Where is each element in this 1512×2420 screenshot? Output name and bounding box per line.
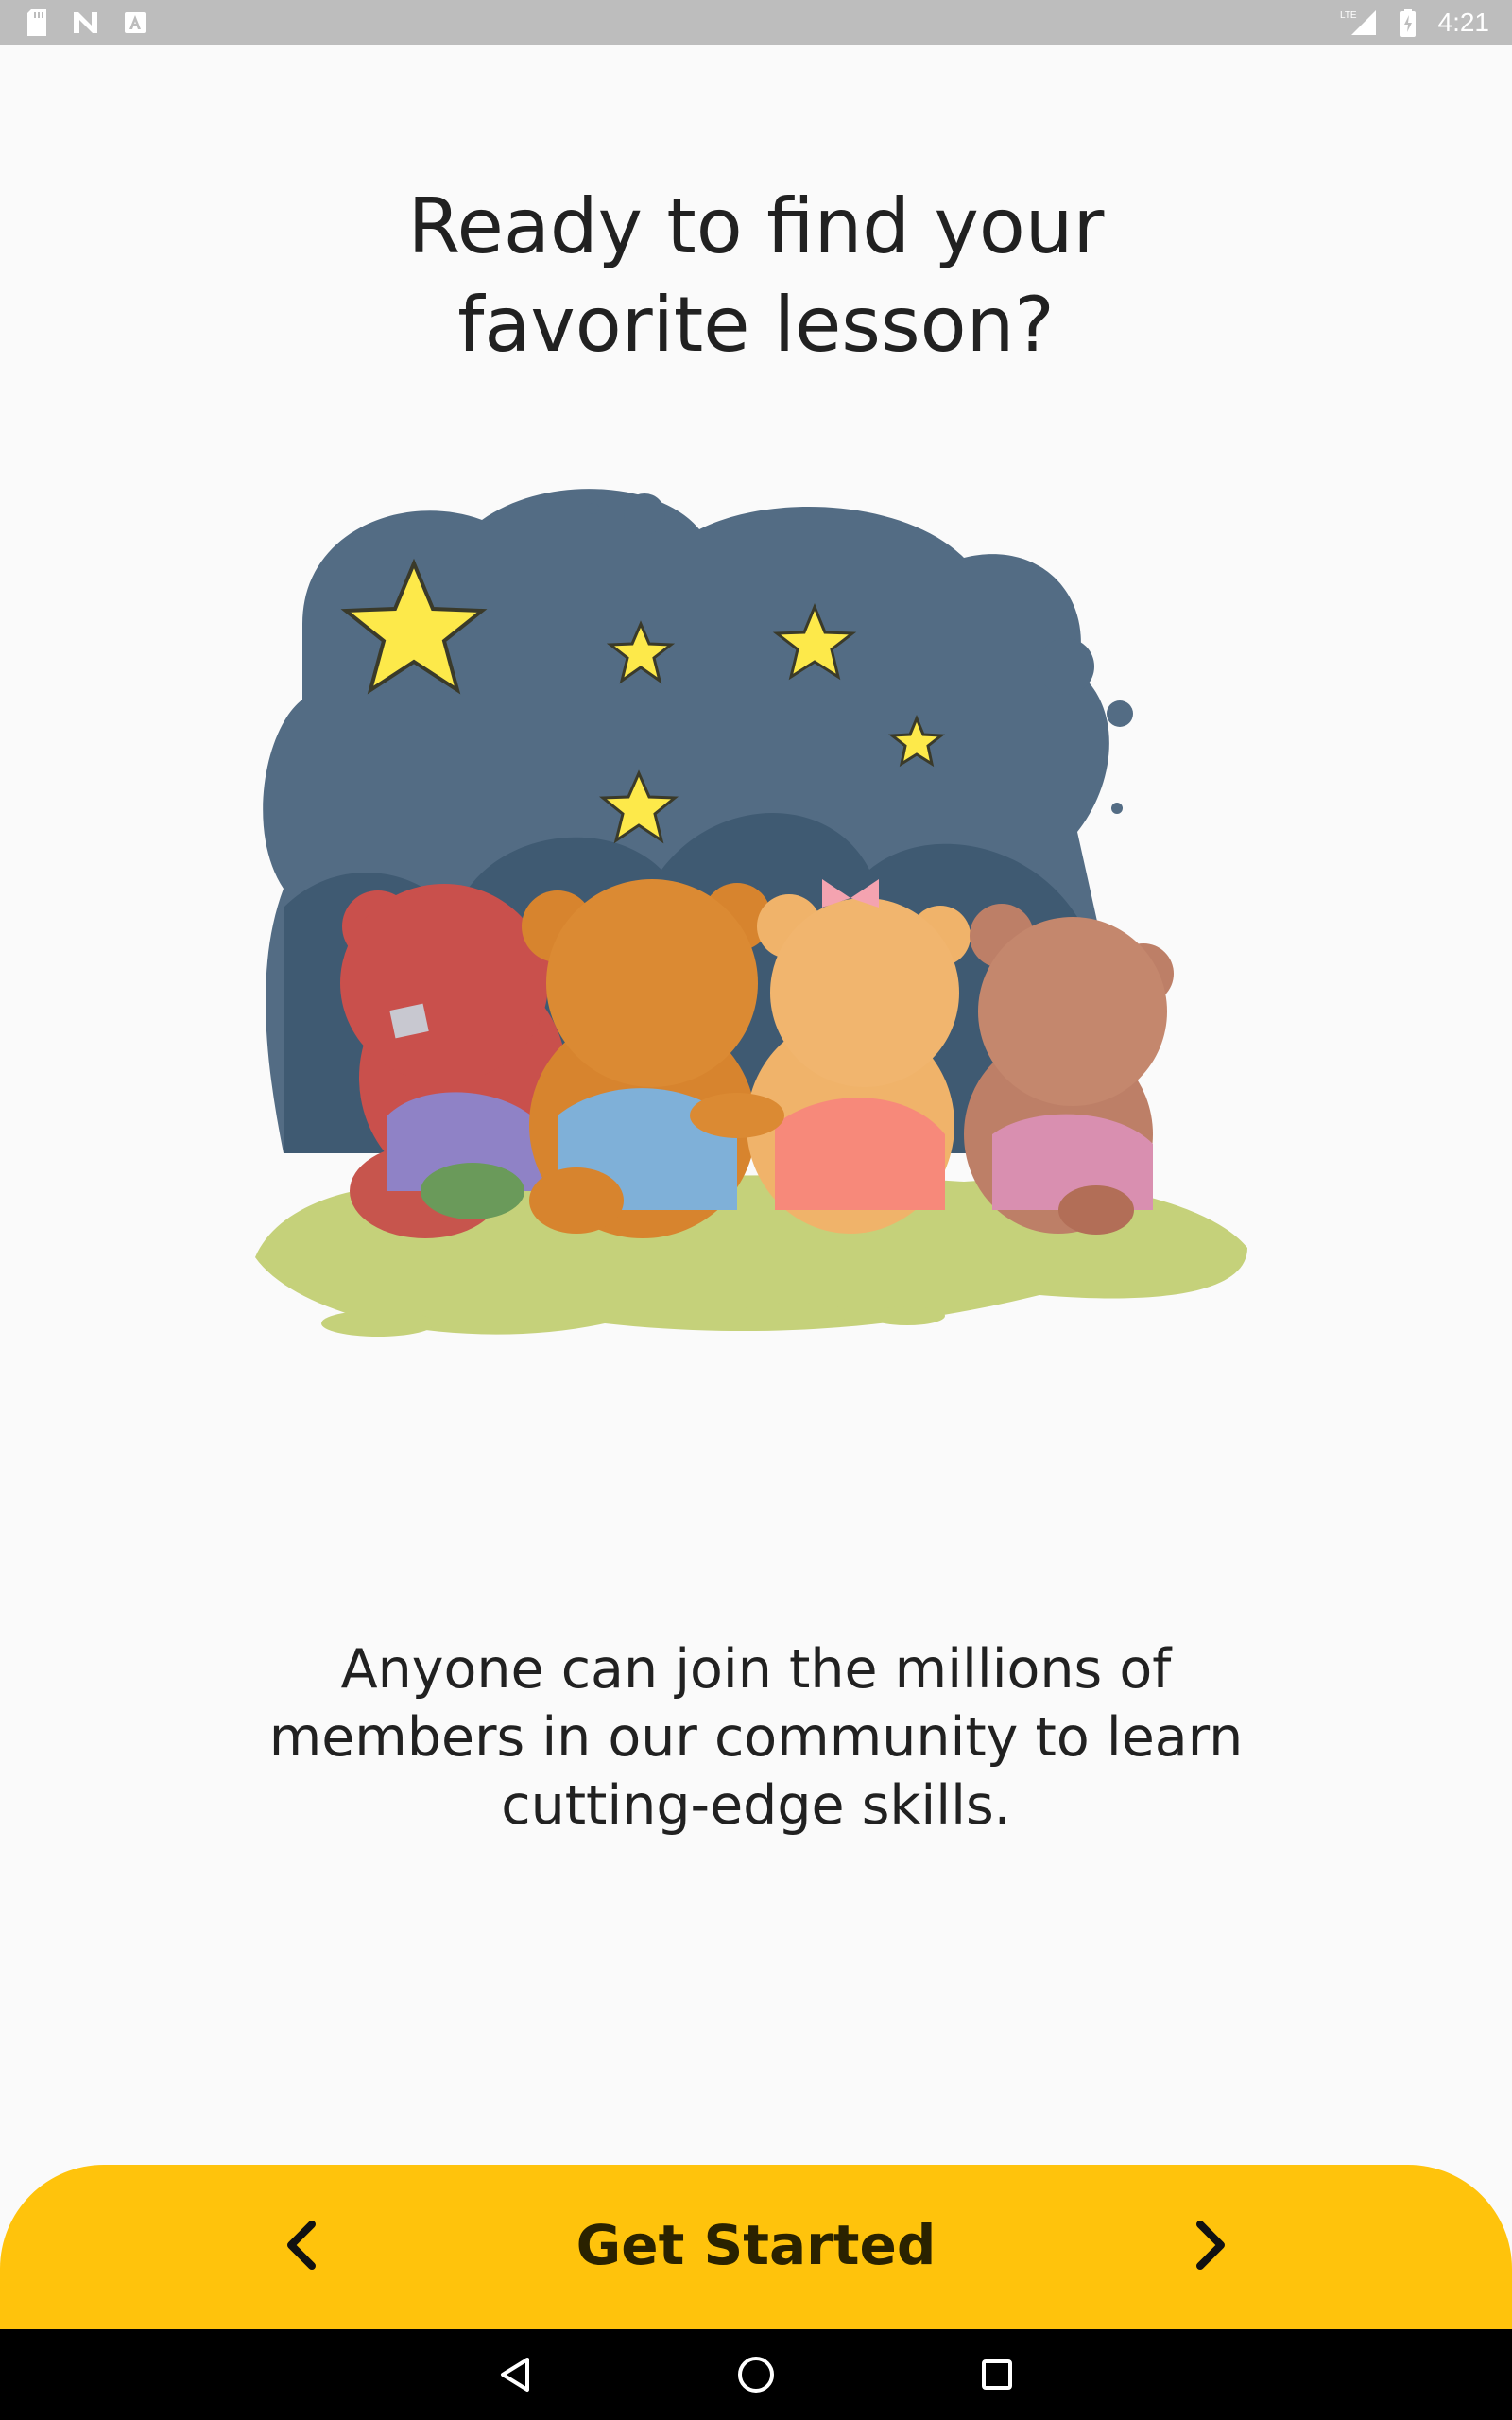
home-button[interactable] (728, 2346, 784, 2403)
a-notification-icon (121, 9, 149, 37)
previous-button[interactable] (265, 2207, 340, 2283)
recents-square-icon (982, 2360, 1012, 2390)
chevron-right-icon (1196, 2221, 1225, 2270)
description-line-2: members in our community to learn (268, 1706, 1244, 1769)
page-title: Ready to find your favorite lesson? (0, 178, 1512, 374)
status-bar-right: LTE 4:21 (1340, 8, 1490, 38)
status-bar: LTE 4:21 (0, 0, 1512, 45)
n-notification-icon (72, 9, 100, 37)
title-line-2: favorite lesson? (457, 281, 1055, 369)
bear-orange (522, 879, 771, 1238)
next-button[interactable] (1172, 2207, 1247, 2283)
chevron-left-icon (287, 2221, 316, 2270)
status-time: 4:21 (1437, 8, 1490, 37)
system-navigation-bar (0, 2329, 1512, 2420)
bear-brown (964, 904, 1174, 1235)
back-button[interactable] (488, 2346, 544, 2403)
lte-signal-icon: LTE (1340, 9, 1378, 37)
sd-card-icon (23, 9, 51, 37)
title-line-1: Ready to find your (407, 182, 1105, 270)
back-triangle-icon (501, 2358, 529, 2392)
description-line-3: cutting-edge skills. (501, 1774, 1011, 1837)
status-bar-left (23, 9, 149, 37)
recents-button[interactable] (969, 2346, 1025, 2403)
home-circle-icon (738, 2357, 774, 2393)
description-text: Anyone can join the millions of members … (246, 1635, 1266, 1840)
battery-charging-icon (1399, 9, 1418, 37)
teddy-bears-illustration (246, 473, 1266, 1371)
get-started-button[interactable]: Get Started (472, 2193, 1040, 2297)
description-line-1: Anyone can join the millions of (340, 1638, 1172, 1701)
bottom-action-bar: Get Started (0, 2165, 1512, 2329)
lte-label: LTE (1340, 10, 1357, 21)
